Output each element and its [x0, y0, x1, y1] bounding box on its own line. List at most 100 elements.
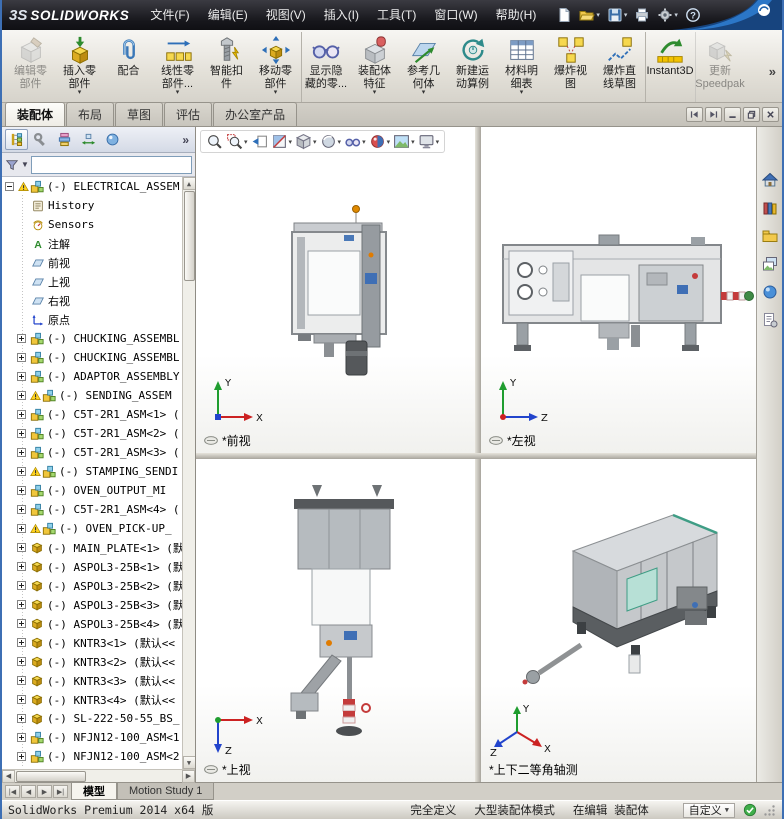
- tree-item[interactable]: (-) C5T-2R1_ASM<3> (: [2, 443, 182, 462]
- command-tab[interactable]: 办公室产品: [213, 102, 298, 126]
- expand-toggle[interactable]: [17, 448, 26, 457]
- ribbon-button[interactable]: 显示隐 藏的零... ▾: [301, 32, 350, 102]
- document-tab[interactable]: Motion Study 1: [117, 783, 215, 800]
- tree-item[interactable]: (-) SENDING_ASSEM: [2, 386, 182, 405]
- tree-item[interactable]: (-) KNTR3<4> (默认<<: [2, 690, 182, 709]
- menu-item[interactable]: 工具(T): [368, 0, 425, 30]
- ribbon-button[interactable]: 线性零 部件... ▾: [153, 32, 202, 102]
- ribbon-button[interactable]: 配合 ▾: [104, 32, 153, 102]
- tree-item[interactable]: (-) ASPOL3-25B<2> (默: [2, 576, 182, 595]
- expand-toggle[interactable]: [17, 543, 26, 552]
- panel-expand-chevron[interactable]: »: [182, 133, 192, 147]
- expand-toggle[interactable]: [17, 562, 26, 571]
- tree-item[interactable]: 原点: [2, 310, 182, 329]
- tree-item[interactable]: 上视: [2, 272, 182, 291]
- task-pane-button[interactable]: [759, 169, 780, 190]
- ribbon-button[interactable]: 编辑零 部件 ▾: [6, 32, 55, 102]
- tree-item[interactable]: (-) ASPOL3-25B<3> (默: [2, 595, 182, 614]
- tree-item[interactable]: (-) KNTR3<2> (默认<<: [2, 652, 182, 671]
- scroll-down-arrow[interactable]: ▼: [182, 756, 195, 769]
- document-tab[interactable]: 模型: [71, 783, 117, 800]
- viewport-front[interactable]: Y X *前视: [196, 127, 475, 453]
- expand-toggle[interactable]: [17, 638, 26, 647]
- ribbon-button[interactable]: 装配体 特征 ▾: [350, 32, 399, 102]
- tree-item[interactable]: (-) C5T-2R1_ASM<4> (: [2, 500, 182, 519]
- expand-toggle[interactable]: [5, 182, 14, 191]
- tree-item[interactable]: (-) CHUCKING_ASSEMBL: [2, 348, 182, 367]
- quick-access-button[interactable]: ▾: [553, 3, 575, 27]
- command-tab[interactable]: 草图: [115, 102, 164, 126]
- feature-manager-tab[interactable]: [101, 129, 124, 150]
- next-document-button[interactable]: [705, 107, 722, 122]
- tree-item[interactable]: (-) C5T-2R1_ASM<1> (: [2, 405, 182, 424]
- close-window-button[interactable]: [762, 107, 779, 122]
- expand-toggle[interactable]: [17, 505, 26, 514]
- tree-item[interactable]: 前视: [2, 253, 182, 272]
- expand-toggle[interactable]: [17, 524, 26, 533]
- horizontal-viewport-splitter[interactable]: [196, 453, 756, 459]
- scroll-left-arrow[interactable]: ◀: [2, 769, 15, 783]
- tree-vertical-scrollbar[interactable]: ▲ ▼: [182, 177, 195, 769]
- menu-item[interactable]: 帮助(H): [487, 0, 546, 30]
- filter-dropdown-arrow-icon[interactable]: ▼: [21, 160, 29, 169]
- tree-item[interactable]: Sensors: [2, 215, 182, 234]
- tab-nav-arrow[interactable]: ◀: [21, 785, 36, 798]
- minimize-window-button[interactable]: [724, 107, 741, 122]
- expand-toggle[interactable]: [17, 410, 26, 419]
- feature-manager-tab[interactable]: [29, 129, 52, 150]
- expand-toggle[interactable]: [17, 581, 26, 590]
- viewport-left[interactable]: Y Z *左视: [481, 127, 756, 453]
- ribbon-button[interactable]: 材料明 细表 ▾: [497, 32, 546, 102]
- ribbon-button[interactable]: 新建运 动算例 ▾: [448, 32, 497, 102]
- feature-manager-tab[interactable]: [5, 129, 28, 150]
- task-pane-button[interactable]: [759, 197, 780, 218]
- tree-item[interactable]: (-) NFJN12-100_ASM<1: [2, 728, 182, 747]
- scroll-up-arrow[interactable]: ▲: [182, 177, 195, 190]
- tree-item[interactable]: (-) KNTR3<3> (默认<<: [2, 671, 182, 690]
- ribbon-button[interactable]: 爆炸直 线草图 ▾: [595, 32, 644, 102]
- tree-item[interactable]: 右视: [2, 291, 182, 310]
- expand-toggle[interactable]: [17, 467, 26, 476]
- tree-item[interactable]: (-) OVEN_PICK-UP_: [2, 519, 182, 538]
- heads-up-button[interactable]: ▾: [295, 133, 317, 150]
- heads-up-button[interactable]: ▾: [393, 133, 415, 150]
- expand-toggle[interactable]: [17, 619, 26, 628]
- tree-item[interactable]: (-) ASPOL3-25B<1> (默: [2, 557, 182, 576]
- tab-nav-arrow[interactable]: |◀: [5, 785, 20, 798]
- heads-up-button[interactable]: ▾: [418, 133, 439, 150]
- heads-up-button[interactable]: ▾: [320, 133, 341, 150]
- expand-toggle[interactable]: [17, 391, 26, 400]
- feature-manager-tab[interactable]: [77, 129, 100, 150]
- quick-access-button[interactable]: ▾: [682, 3, 704, 27]
- task-pane-button[interactable]: [759, 225, 780, 246]
- expand-toggle[interactable]: [17, 695, 26, 704]
- heads-up-button[interactable]: ▾: [206, 133, 223, 150]
- tree-item[interactable]: (-) OVEN_OUTPUT_MI: [2, 481, 182, 500]
- task-pane-button[interactable]: [759, 253, 780, 274]
- resize-grip[interactable]: [763, 804, 776, 817]
- tree-item[interactable]: (-) C5T-2R1_ASM<2> (: [2, 424, 182, 443]
- expand-toggle[interactable]: [17, 334, 26, 343]
- expand-toggle[interactable]: [17, 429, 26, 438]
- ribbon-button[interactable]: 更新 Speedpak ▾: [695, 32, 745, 102]
- expand-toggle[interactable]: [17, 486, 26, 495]
- tree-item[interactable]: 注解: [2, 234, 182, 253]
- feature-manager-tab[interactable]: [53, 129, 76, 150]
- expand-toggle[interactable]: [17, 600, 26, 609]
- heads-up-button[interactable]: ▾: [271, 133, 292, 150]
- tree-item[interactable]: (-) NFJN12-100_ASM<2: [2, 747, 182, 766]
- heads-up-button[interactable]: ▾: [251, 133, 268, 150]
- scroll-right-arrow[interactable]: ▶: [182, 769, 195, 783]
- quick-access-button[interactable]: ▾: [631, 3, 653, 27]
- viewport-isometric[interactable]: Y X Z *上下二等角轴测: [481, 459, 756, 782]
- expand-toggle[interactable]: [17, 714, 26, 723]
- menu-item[interactable]: 视图(V): [257, 0, 315, 30]
- expand-toggle[interactable]: [17, 353, 26, 362]
- expand-toggle[interactable]: [17, 676, 26, 685]
- menu-item[interactable]: 编辑(E): [199, 0, 257, 30]
- ribbon-button[interactable]: 移动零 部件 ▾: [251, 32, 300, 102]
- expand-toggle[interactable]: [17, 372, 26, 381]
- tree-item[interactable]: (-) CHUCKING_ASSEMBL: [2, 329, 182, 348]
- ribbon-button[interactable]: 智能扣 件 ▾: [202, 32, 251, 102]
- quick-access-button[interactable]: ▾: [576, 3, 603, 27]
